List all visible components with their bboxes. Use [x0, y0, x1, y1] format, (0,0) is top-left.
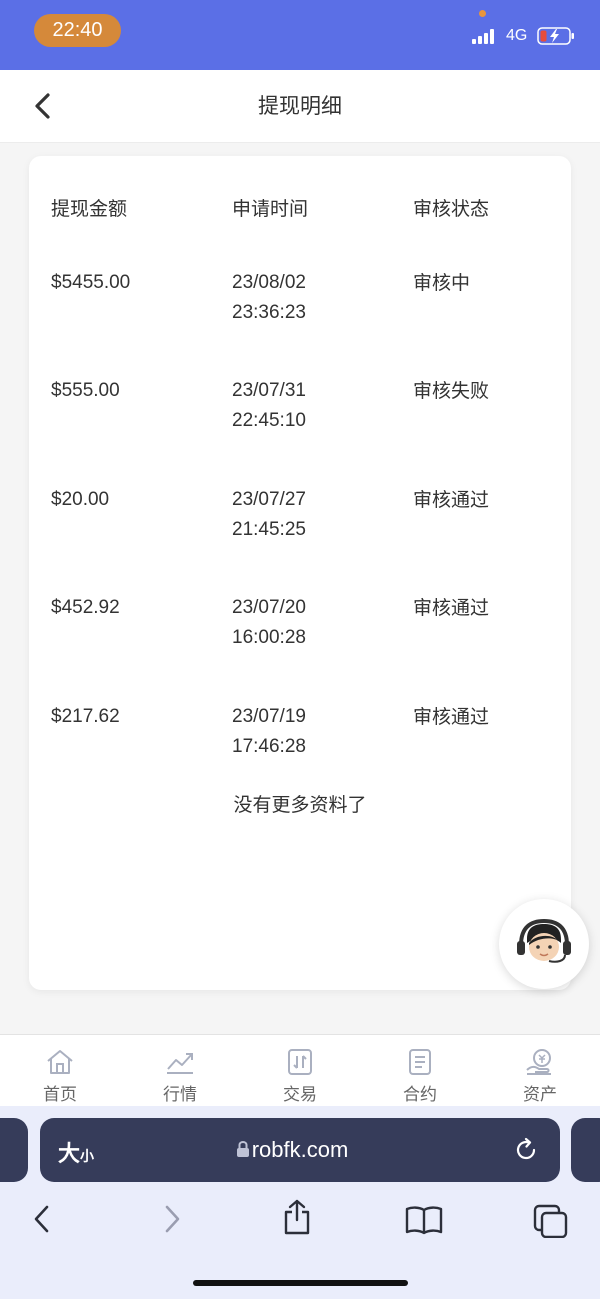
row-status: 审核中 [413, 272, 471, 294]
bottom-tab-bar: 首页 行情 交易 合约 资产 [0, 1034, 600, 1106]
row-date: 23/08/02 [232, 272, 306, 293]
home-icon [47, 1050, 73, 1074]
url-text: robfk.com [251, 1137, 349, 1162]
row-date: 23/07/31 [232, 380, 306, 401]
column-header-amount: 提现金额 [51, 198, 128, 220]
column-header-time: 申请时间 [232, 198, 309, 220]
page-header: 提现明细 [0, 70, 600, 143]
table-row: $20.00 23/07/27 21:45:25 审核通过 [29, 485, 571, 565]
row-time: 23:36:23 [232, 302, 306, 323]
row-time: 21:45:25 [232, 519, 306, 540]
row-date: 23/07/20 [232, 597, 306, 618]
tab-label: 首页 [43, 1085, 77, 1105]
tab-label: 合约 [403, 1085, 437, 1105]
tab-label: 交易 [283, 1085, 317, 1105]
tab-assets[interactable]: 资产 [480, 1035, 600, 1107]
status-time: 22:40 [34, 14, 121, 47]
table-row: $217.62 23/07/19 17:46:28 审核通过 [29, 702, 571, 782]
previous-tab-preview[interactable] [0, 1118, 28, 1182]
back-icon[interactable] [28, 1204, 56, 1234]
row-amount: $5455.00 [51, 272, 131, 293]
tab-label: 行情 [163, 1085, 197, 1105]
signal-icon [472, 28, 498, 44]
network-type: 4G [506, 27, 528, 44]
customer-service-button[interactable] [499, 899, 589, 989]
assets-icon [526, 1049, 551, 1075]
row-status: 审核通过 [413, 597, 490, 619]
row-status: 审核失败 [413, 380, 490, 402]
row-date: 23/07/27 [232, 489, 306, 510]
chevron-left-icon[interactable] [26, 88, 62, 124]
contract-icon [409, 1049, 431, 1075]
tab-label: 资产 [523, 1085, 557, 1105]
row-status: 审核通过 [413, 706, 490, 728]
row-time: 22:45:10 [232, 410, 306, 431]
customer-service-avatar-icon [517, 918, 571, 963]
table-row: $555.00 23/07/31 22:45:10 审核失败 [29, 376, 571, 456]
browser-toolbar: 大小 robfk.com [0, 1106, 600, 1299]
page-title: 提现明细 [258, 94, 342, 118]
tab-home[interactable]: 首页 [0, 1035, 120, 1107]
tabs-icon[interactable] [533, 1204, 569, 1238]
tab-trade[interactable]: 交易 [240, 1035, 360, 1107]
bookmarks-icon[interactable] [405, 1204, 443, 1236]
row-date: 23/07/19 [232, 706, 306, 727]
trade-icon [288, 1049, 312, 1075]
forward-icon[interactable] [158, 1204, 186, 1234]
status-bar: 22:40 4G [0, 0, 600, 70]
home-indicator[interactable] [193, 1280, 408, 1286]
market-chart-icon [167, 1053, 193, 1074]
row-amount: $452.92 [51, 597, 120, 618]
battery-charging-icon [537, 27, 574, 45]
tab-contract[interactable]: 合约 [360, 1035, 480, 1107]
privacy-indicator-dot [479, 10, 486, 17]
row-amount: $217.62 [51, 706, 120, 727]
table-row: $5455.00 23/08/02 23:36:23 审核中 [29, 268, 571, 348]
next-tab-preview[interactable] [571, 1118, 600, 1182]
tab-market[interactable]: 行情 [120, 1035, 240, 1107]
column-header-status: 审核状态 [413, 198, 490, 220]
list-end-message: 没有更多资料了 [233, 794, 367, 816]
row-amount: $20.00 [51, 489, 110, 510]
address-bar[interactable]: 大小 robfk.com [40, 1118, 560, 1182]
row-amount: $555.00 [51, 380, 120, 401]
share-icon[interactable] [281, 1198, 313, 1236]
row-time: 17:46:28 [232, 736, 306, 757]
reload-icon[interactable] [512, 1136, 540, 1164]
table-row: $452.92 23/07/20 16:00:28 审核通过 [29, 593, 571, 673]
withdrawal-list-card: 提现金额 申请时间 审核状态 $5455.00 23/08/02 23:36:2… [29, 156, 571, 990]
row-status: 审核通过 [413, 489, 490, 511]
lock-icon [237, 1141, 249, 1157]
row-time: 16:00:28 [232, 627, 306, 648]
